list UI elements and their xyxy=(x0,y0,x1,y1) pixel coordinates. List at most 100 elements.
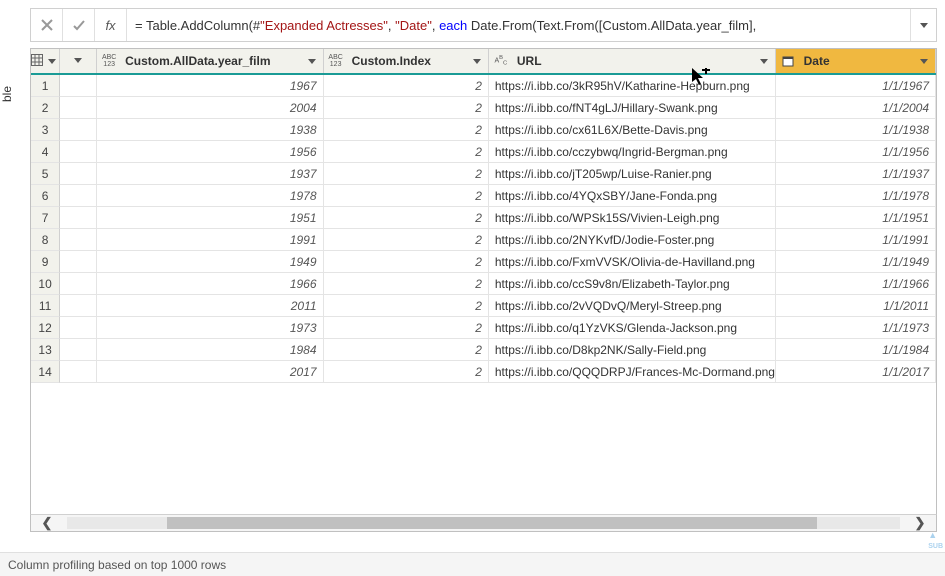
table-corner-button[interactable] xyxy=(31,49,60,73)
table-row[interactable]: 119672https://i.ibb.co/3kR95hV/Katharine… xyxy=(31,75,936,97)
cell-custom-index[interactable]: 2 xyxy=(324,273,489,295)
table-row[interactable]: 1120112https://i.ibb.co/2vVQDvQ/Meryl-St… xyxy=(31,295,936,317)
cell-custom-index[interactable]: 2 xyxy=(324,229,489,251)
cell-custom-index[interactable]: 2 xyxy=(324,119,489,141)
cell-custom-index[interactable]: 2 xyxy=(324,207,489,229)
cell-year-film[interactable]: 2017 xyxy=(97,361,323,383)
column-header-year-film[interactable]: ABC123 Custom.AllData.year_film xyxy=(97,49,323,73)
cell-date[interactable]: 1/1/2011 xyxy=(776,295,937,317)
column-filter-button[interactable] xyxy=(468,52,486,70)
cell-date[interactable]: 1/1/1967 xyxy=(776,75,937,97)
cell-date[interactable]: 1/1/1951 xyxy=(776,207,937,229)
cell-custom-index[interactable]: 2 xyxy=(324,75,489,97)
scroll-right-button[interactable]: ❯ xyxy=(904,515,936,531)
cell-url[interactable]: https://i.ibb.co/WPSk15S/Vivien-Leigh.pn… xyxy=(489,207,776,229)
accept-formula-button[interactable] xyxy=(63,9,95,41)
table-row[interactable]: 1420172https://i.ibb.co/QQQDRPJ/Frances-… xyxy=(31,361,936,383)
cell-year-film[interactable]: 2011 xyxy=(97,295,323,317)
horizontal-scrollbar[interactable]: ❮ ❯ xyxy=(30,514,937,532)
formula-input[interactable]: = Table.AddColumn(#"Expanded Actresses",… xyxy=(127,18,910,33)
data-type-icon[interactable]: ABC123 xyxy=(97,49,121,73)
cell-url[interactable]: https://i.ibb.co/4YQxSBY/Jane-Fonda.png xyxy=(489,185,776,207)
cell-custom-index[interactable]: 2 xyxy=(324,97,489,119)
sort-cell xyxy=(60,141,97,163)
table-row[interactable]: 619782https://i.ibb.co/4YQxSBY/Jane-Fond… xyxy=(31,185,936,207)
cell-year-film[interactable]: 1984 xyxy=(97,339,323,361)
scrollbar-thumb[interactable] xyxy=(167,517,817,529)
cell-custom-index[interactable]: 2 xyxy=(324,339,489,361)
cell-year-film[interactable]: 1938 xyxy=(97,119,323,141)
cell-url[interactable]: https://i.ibb.co/3kR95hV/Katharine-Hepbu… xyxy=(489,75,776,97)
cell-date[interactable]: 1/1/1973 xyxy=(776,317,937,339)
cell-date[interactable]: 1/1/1949 xyxy=(776,251,937,273)
cell-url[interactable]: https://i.ibb.co/2NYKvfD/Jodie-Foster.pn… xyxy=(489,229,776,251)
cell-year-film[interactable]: 2004 xyxy=(97,97,323,119)
column-header-url[interactable]: ABC URL xyxy=(489,49,776,73)
cell-custom-index[interactable]: 2 xyxy=(324,163,489,185)
table-row[interactable]: 919492https://i.ibb.co/FxmVVSK/Olivia-de… xyxy=(31,251,936,273)
cell-year-film[interactable]: 1991 xyxy=(97,229,323,251)
cell-year-film[interactable]: 1951 xyxy=(97,207,323,229)
table-row[interactable]: 12 19732https://i.ibb.co/q1YzVKS/Glenda-J… xyxy=(31,317,936,339)
scrollbar-track[interactable] xyxy=(67,517,900,529)
calendar-icon[interactable] xyxy=(776,49,800,73)
cancel-formula-button[interactable] xyxy=(31,9,63,41)
cell-date[interactable]: 1/1/2004 xyxy=(776,97,937,119)
cell-url[interactable]: https://i.ibb.co/QQQDRPJ/Frances-Mc-Dorm… xyxy=(489,361,776,383)
table-menu-button[interactable] xyxy=(45,54,59,68)
cell-custom-index[interactable]: 2 xyxy=(324,185,489,207)
queries-side-tab[interactable]: ble xyxy=(0,48,22,148)
formula-expand-button[interactable] xyxy=(910,9,936,41)
cell-url[interactable]: https://i.ibb.co/FxmVVSK/Olivia-de-Havil… xyxy=(489,251,776,273)
row-number: 12 xyxy=(31,317,60,339)
cell-date[interactable]: 1/1/1956 xyxy=(776,141,937,163)
cell-custom-index[interactable]: 2 xyxy=(324,317,489,339)
cell-url[interactable]: https://i.ibb.co/D8kp2NK/Sally-Field.png xyxy=(489,339,776,361)
cell-url[interactable]: https://i.ibb.co/cczybwq/Ingrid-Bergman.… xyxy=(489,141,776,163)
column-filter-button[interactable] xyxy=(755,52,773,70)
cell-date[interactable]: 1/1/1937 xyxy=(776,163,937,185)
cell-year-film[interactable]: 1949 xyxy=(97,251,323,273)
cell-year-film[interactable]: 1966 xyxy=(97,273,323,295)
data-type-icon[interactable]: ABC123 xyxy=(324,49,348,73)
column-header-date[interactable]: Date xyxy=(776,49,936,73)
cell-year-film[interactable]: 1967 xyxy=(97,75,323,97)
cell-url[interactable]: https://i.ibb.co/jT205wp/Luise-Ranier.pn… xyxy=(489,163,776,185)
table-header-row: ABC123 Custom.AllData.year_film ABC123 C… xyxy=(31,49,936,75)
cell-date[interactable]: 1/1/1984 xyxy=(776,339,937,361)
data-type-icon[interactable]: ABC xyxy=(489,49,513,73)
column-filter-button[interactable] xyxy=(303,52,321,70)
table-row[interactable]: 1319842https://i.ibb.co/D8kp2NK/Sally-Fi… xyxy=(31,339,936,361)
cell-date[interactable]: 1/1/1991 xyxy=(776,229,937,251)
cell-url[interactable]: https://i.ibb.co/cx61L6X/Bette-Davis.png xyxy=(489,119,776,141)
cell-url[interactable]: https://i.ibb.co/q1YzVKS/Glenda-Jackson.… xyxy=(489,317,776,339)
cell-date[interactable]: 1/1/1978 xyxy=(776,185,937,207)
cell-year-film[interactable]: 1956 xyxy=(97,141,323,163)
table-row[interactable]: 419562https://i.ibb.co/cczybwq/Ingrid-Be… xyxy=(31,141,936,163)
column-filter-button[interactable] xyxy=(915,52,933,70)
table-row[interactable]: 220042https://i.ibb.co/fNT4gLJ/Hillary-S… xyxy=(31,97,936,119)
cell-year-film[interactable]: 1973 xyxy=(97,317,323,339)
cell-year-film[interactable]: 1978 xyxy=(97,185,323,207)
sort-column-header[interactable] xyxy=(60,49,97,73)
cell-date[interactable]: 1/1/1966 xyxy=(776,273,937,295)
sort-cell xyxy=(60,185,97,207)
cell-date[interactable]: 1/1/1938 xyxy=(776,119,937,141)
cell-custom-index[interactable]: 2 xyxy=(324,141,489,163)
cell-year-film[interactable]: 1937 xyxy=(97,163,323,185)
column-header-custom-index[interactable]: ABC123 Custom.Index xyxy=(324,49,489,73)
table-row[interactable]: 719512https://i.ibb.co/WPSk15S/Vivien-Le… xyxy=(31,207,936,229)
table-row[interactable]: 319382https://i.ibb.co/cx61L6X/Bette-Dav… xyxy=(31,119,936,141)
table-row[interactable]: 819912https://i.ibb.co/2NYKvfD/Jodie-Fos… xyxy=(31,229,936,251)
cell-custom-index[interactable]: 2 xyxy=(324,361,489,383)
cell-url[interactable]: https://i.ibb.co/fNT4gLJ/Hillary-Swank.p… xyxy=(489,97,776,119)
cell-custom-index[interactable]: 2 xyxy=(324,295,489,317)
table-icon xyxy=(31,54,43,69)
cell-date[interactable]: 1/1/2017 xyxy=(776,361,937,383)
cell-url[interactable]: https://i.ibb.co/2vVQDvQ/Meryl-Streep.pn… xyxy=(489,295,776,317)
cell-custom-index[interactable]: 2 xyxy=(324,251,489,273)
scroll-left-button[interactable]: ❮ xyxy=(31,515,63,531)
table-row[interactable]: 519372https://i.ibb.co/jT205wp/Luise-Ran… xyxy=(31,163,936,185)
table-row[interactable]: 1019662https://i.ibb.co/ccS9v8n/Elizabet… xyxy=(31,273,936,295)
cell-url[interactable]: https://i.ibb.co/ccS9v8n/Elizabeth-Taylo… xyxy=(489,273,776,295)
